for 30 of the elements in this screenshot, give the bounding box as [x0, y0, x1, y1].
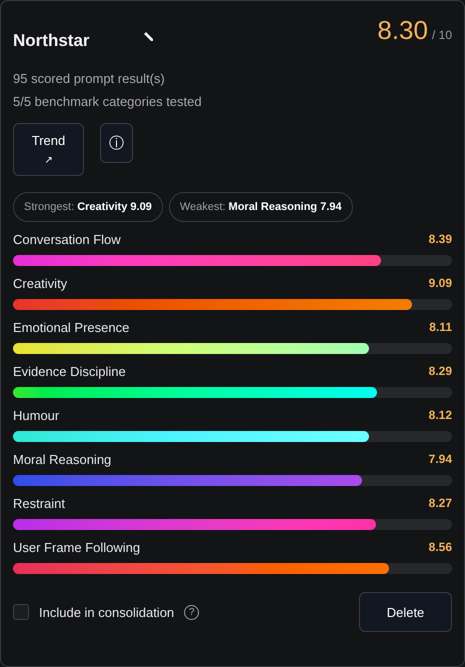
category-name: Humour — [13, 408, 60, 423]
summary-pill: Weakest: Moral Reasoning 7.94 — [168, 192, 353, 222]
info-button[interactable]: ⓘ — [100, 123, 133, 163]
checkbox-label: Include in consolidation — [39, 604, 174, 620]
checkbox[interactable] — [13, 604, 29, 620]
delete-button[interactable]: Delete — [359, 592, 452, 632]
category-score: 8.12 — [428, 408, 452, 423]
category-score: 8.56 — [428, 540, 452, 555]
stat-line: 95 scored prompt result(s) — [13, 71, 166, 86]
model-title: Northstar — [13, 31, 90, 51]
category-score: 8.11 — [429, 320, 452, 335]
trend-button[interactable]: Trend ↗ — [13, 123, 84, 176]
category-name: Evidence Discipline — [13, 364, 126, 379]
stat-line: 5/5 benchmark categories tested — [13, 94, 203, 109]
category-name: Moral Reasoning — [13, 452, 112, 467]
category-name: Creativity — [13, 276, 68, 291]
score-max: / 10 — [432, 28, 452, 42]
category-score: 9.09 — [428, 276, 452, 291]
category-score: 8.29 — [428, 364, 452, 379]
overall-score: 8.30 — [377, 15, 428, 46]
category-score: 8.39 — [428, 232, 452, 247]
category-name: User Frame Following — [13, 540, 140, 555]
category-score: 8.27 — [428, 496, 452, 511]
category-name: Conversation Flow — [13, 232, 121, 247]
summary-pill: Strongest: Creativity 9.09 — [13, 192, 163, 222]
category-name: Emotional Presence — [13, 320, 130, 335]
help-icon[interactable]: ? — [184, 604, 200, 620]
category-score: 7.94 — [428, 452, 452, 467]
pencil-icon[interactable] — [142, 31, 154, 43]
category-name: Restraint — [13, 496, 66, 511]
